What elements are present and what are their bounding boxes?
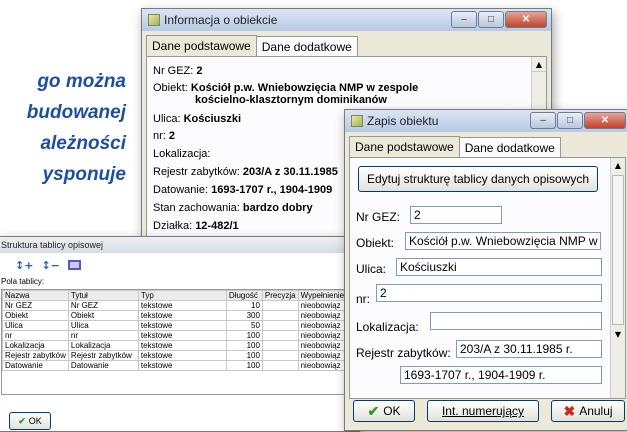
- background-line: budowanej: [26, 102, 126, 123]
- ulica-input[interactable]: Kościuszki: [396, 258, 602, 276]
- ok-label: OK: [28, 416, 42, 426]
- scroll-up-arrow-icon[interactable]: ▲: [611, 158, 625, 173]
- tab-additional-data[interactable]: Dane dodatkowe: [255, 36, 358, 57]
- table-row[interactable]: Lokalizacja Lokalizacja tekstowe 100 nieobow…: [2, 340, 358, 351]
- table-row[interactable]: Ulica Ulica tekstowe 50 nieobowiąz: [2, 320, 358, 331]
- column-header[interactable]: Tytuł: [67, 290, 139, 301]
- remove-field-icon[interactable]: ↕−: [41, 259, 59, 272]
- info-field-stan: Stan zachowania: bardzo dobry: [153, 202, 313, 214]
- maximize-button[interactable]: □: [557, 112, 583, 129]
- rejestr-input[interactable]: 203/A z 30.11.1985 r.: [456, 340, 602, 358]
- info-field-rejestr: Rejestr zabytków: 203/A z 30.11.1985: [153, 166, 338, 178]
- field-label-nr: nr:: [356, 292, 371, 306]
- lokalizacja-input[interactable]: [430, 312, 602, 330]
- maximize-button[interactable]: □: [478, 11, 504, 28]
- save-window-titlebar: Zapis obiektu – □ ✕: [345, 110, 627, 132]
- column-header[interactable]: Typ: [137, 290, 227, 301]
- field-label-ulica: Ulica:: [356, 262, 387, 276]
- info-field-obiekt-line2: kościelno-klasztornym dominikanów: [195, 94, 387, 106]
- ok-button[interactable]: ✔ OK: [353, 400, 415, 422]
- background-line: ależności: [40, 133, 126, 154]
- column-header[interactable]: Precyzja: [261, 290, 299, 301]
- column-header[interactable]: Długość: [225, 290, 263, 301]
- check-icon: ✔: [367, 402, 380, 419]
- table-row[interactable]: nr nr tekstowe 100 nieobowiąz: [2, 330, 358, 341]
- info-field-nrgez: Nr GEZ: 2: [153, 65, 203, 77]
- background-line: ysponuje: [42, 164, 126, 185]
- info-window-title: Informacja o obiekcie: [164, 13, 278, 27]
- info-field-lokalizacja: Lokalizacja:: [153, 148, 211, 160]
- info-field-dzialka: Działka: 12-482/1: [153, 220, 239, 232]
- field-label-rejestr: Rejestr zabytków:: [356, 346, 451, 360]
- fields-table: Nazwa Tytuł Typ Długość Precyzja Wypełni…: [2, 290, 358, 371]
- scroll-up-arrow-icon[interactable]: ▲: [532, 57, 546, 72]
- tab-basic-data[interactable]: Dane podstawowe: [146, 35, 257, 56]
- structure-ok-button[interactable]: ✔ OK: [9, 412, 51, 430]
- scroll-down-arrow-icon[interactable]: ▼: [611, 327, 625, 342]
- column-header[interactable]: Nazwa: [2, 290, 69, 301]
- nr-input[interactable]: 2: [376, 284, 602, 302]
- info-field-obiekt: Obiekt: Kościół p.w. Wniebowzięcia NMP w…: [153, 82, 419, 94]
- field-label-nrgez: Nr GEZ:: [356, 210, 400, 224]
- minimize-button[interactable]: –: [530, 112, 556, 129]
- cancel-button[interactable]: ✖ Anuluj: [551, 400, 625, 422]
- close-button[interactable]: ✕: [505, 11, 547, 28]
- save-panel: Edytuj strukturę tablicy danych opisowyc…: [349, 157, 626, 399]
- save-scrollbar[interactable]: ▲ ▼: [610, 158, 625, 398]
- info-field-nr: nr: 2: [153, 130, 176, 142]
- cancel-x-icon: ✖: [563, 402, 576, 419]
- info-field-datowanie: Datowanie: 1693-1707 r., 1904-1909: [153, 184, 333, 196]
- info-field-ulica: Ulica: Kościuszki: [153, 113, 242, 125]
- table-row[interactable]: Datowanie Datowanie tekstowe 100 nieobowiąz: [2, 360, 358, 371]
- numbering-button[interactable]: Int. numerujący: [427, 400, 539, 422]
- structure-window-titlebar: Struktura tablicy opisowej: [0, 237, 359, 253]
- structure-window-title: Struktura tablicy opisowej: [1, 240, 104, 250]
- scroll-thumb[interactable]: [612, 175, 624, 325]
- save-window: Zapis obiektu – □ ✕ Dane podstawowe Dane…: [344, 109, 627, 431]
- background-text: go można budowanej ależności ysponuje: [0, 66, 140, 190]
- check-icon: ✔: [18, 415, 26, 426]
- edit-structure-button[interactable]: Edytuj strukturę tablicy danych opisowyc…: [358, 166, 598, 192]
- tab-additional-data[interactable]: Dane dodatkowe: [458, 137, 561, 158]
- obiekt-input[interactable]: Kościół p.w. Wniebowzięcia NMP w ze: [405, 232, 601, 250]
- minimize-button[interactable]: –: [451, 11, 477, 28]
- save-window-title: Zapis obiektu: [367, 114, 439, 128]
- app-icon: [148, 14, 160, 26]
- add-field-icon[interactable]: ↕+: [15, 259, 33, 272]
- table-view-icon[interactable]: [67, 260, 81, 270]
- app-icon: [351, 115, 363, 127]
- fields-table-container: Nazwa Tytuł Typ Długość Precyzja Wypełni…: [1, 289, 359, 395]
- structure-toolbar: ↕+ ↕−: [0, 253, 359, 277]
- table-row[interactable]: Obiekt Obiekt tekstowe 300 nieobowiąz: [2, 310, 358, 321]
- datowanie-input[interactable]: 1693-1707 r., 1904-1909 r.: [400, 366, 602, 384]
- field-label-obiekt: Obiekt:: [356, 236, 395, 250]
- field-label-lokalizacja: Lokalizacja:: [356, 320, 419, 334]
- structure-window: Struktura tablicy opisowej ↕+ ↕− Pola ta…: [0, 236, 360, 432]
- fields-section-label: Pola tablicy:: [1, 277, 45, 286]
- info-window-titlebar: Informacja o obiekcie – □ ✕: [142, 9, 551, 31]
- ok-label: OK: [383, 404, 401, 418]
- cancel-label: Anuluj: [579, 404, 613, 418]
- tab-basic-data[interactable]: Dane podstawowe: [349, 136, 460, 157]
- table-header-row: Nazwa Tytuł Typ Długość Precyzja Wypełni…: [2, 290, 358, 301]
- nrgez-input[interactable]: 2: [410, 206, 502, 224]
- table-row[interactable]: Rejestr zabytków Rejestr zabytków tekstowe…: [2, 350, 358, 361]
- table-row[interactable]: Nr GEZ Nr GEZ tekstowe 10 nieobowiąz: [2, 300, 358, 311]
- close-button[interactable]: ✕: [584, 112, 626, 129]
- background-line: go można: [37, 71, 126, 92]
